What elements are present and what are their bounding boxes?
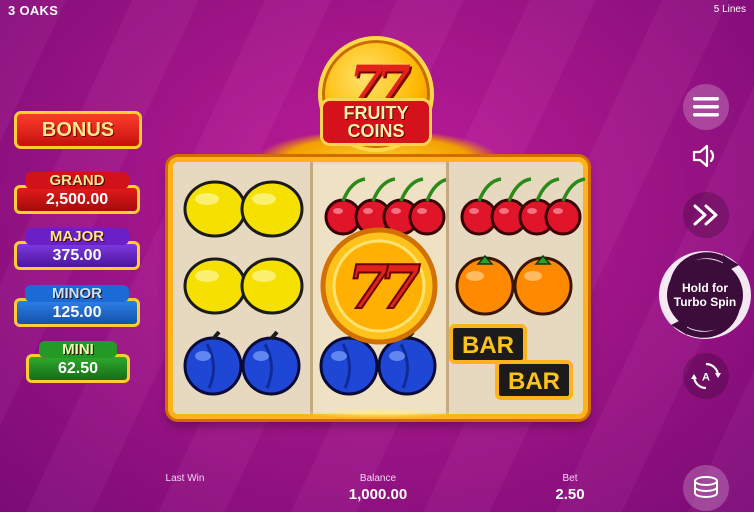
jackpot-minor-label: MINOR	[25, 285, 129, 302]
speaker-icon	[692, 144, 715, 168]
last-win-label: Last Win	[165, 473, 205, 484]
lemon-symbol	[183, 180, 304, 238]
lines-count: 5 Lines	[713, 4, 746, 15]
bet-settings-button[interactable]	[683, 465, 729, 511]
autoplay-icon: A	[691, 362, 721, 390]
menu-button[interactable]	[683, 84, 729, 130]
balance: Balance 1,000.00	[330, 473, 426, 503]
coin-stack-icon	[694, 476, 718, 498]
jackpot-major-value: 375.00	[14, 241, 140, 270]
balance-label: Balance	[359, 473, 397, 484]
coin-77-label: 77	[347, 253, 421, 323]
jackpot-mini: MINI 62.50	[26, 341, 130, 383]
bar-symbol-label: BAR	[462, 332, 514, 359]
autoplay-letter: A	[702, 372, 710, 384]
jackpot-minor: MINOR 125.00	[14, 285, 140, 327]
reel-2: 77	[313, 164, 450, 412]
coin-77-symbol: 77	[320, 227, 438, 345]
orange-symbol	[455, 254, 573, 316]
reel3-symbols: BAR BAR	[449, 177, 586, 400]
jackpot-grand-label: GRAND	[25, 172, 129, 189]
bet-label: Bet	[562, 473, 578, 484]
logo-title-line2: COINS	[347, 121, 405, 141]
sound-button[interactable]	[688, 140, 724, 172]
hamburger-icon	[693, 97, 719, 117]
last-win: Last Win	[150, 473, 220, 486]
jackpot-mini-value: 62.50	[26, 354, 130, 383]
lemon-symbol	[183, 257, 304, 315]
bonus-button[interactable]: BONUS	[14, 111, 142, 149]
reel-1	[177, 164, 310, 412]
cherry-symbol	[460, 177, 586, 236]
jackpot-grand-value: 2,500.00	[14, 185, 140, 214]
reel-3: BAR BAR	[449, 164, 586, 412]
fast-forward-icon	[693, 204, 718, 226]
logo-banner: FRUITY COINS	[320, 98, 432, 146]
jackpot-grand: GRAND 2,500.00	[14, 172, 140, 214]
reel2-symbols: 77	[319, 177, 450, 396]
reel1-symbols	[183, 180, 304, 396]
plum-symbol	[183, 330, 301, 396]
jackpot-major-label: MAJOR	[25, 228, 129, 245]
bet-value: 2.50	[555, 486, 585, 503]
spin-label: Hold for Turbo Spin	[667, 259, 743, 331]
reel-bottom-glow	[300, 408, 460, 418]
jackpot-mini-label: MINI	[39, 341, 117, 358]
provider-logo: 3 OAKS	[8, 3, 59, 18]
bar-symbol: BAR BAR	[449, 324, 573, 400]
reels-frame: 77 BAR BAR	[168, 157, 588, 419]
autoplay-button[interactable]: A	[683, 353, 729, 399]
logo-title-line1: FRUITY	[343, 103, 409, 123]
game-logo: 77 FRUITY COINS	[314, 36, 438, 160]
turbo-button[interactable]	[683, 192, 729, 238]
jackpot-minor-value: 125.00	[14, 298, 140, 327]
cherry-symbol	[324, 177, 450, 236]
bar-symbol-label: BAR	[508, 368, 560, 395]
spin-button[interactable]: Hold for Turbo Spin	[659, 251, 751, 339]
jackpot-major: MAJOR 375.00	[14, 228, 140, 270]
bet[interactable]: Bet 2.50	[540, 473, 600, 503]
balance-value: 1,000.00	[348, 486, 408, 503]
